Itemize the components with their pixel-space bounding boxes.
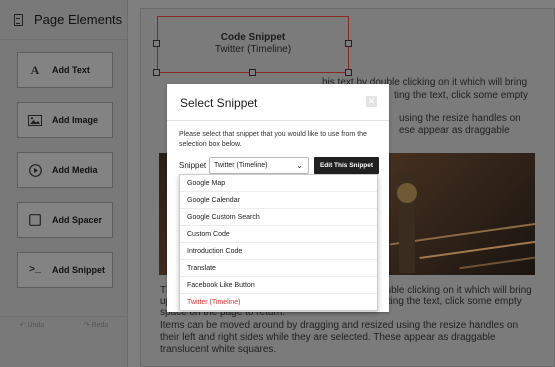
resize-handle-bottom[interactable] [249,69,256,76]
add-text-button[interactable]: A Add Text [17,52,113,88]
canvas-text-line: diting the text, click some empty [380,296,522,307]
close-icon[interactable]: ✕ [366,96,377,107]
undo-label: Undo [27,322,45,329]
chevron-down-icon: ⌄ [296,161,303,170]
page-elements-sidebar: Page Elements A Add Text Add Image Add M… [0,0,128,367]
canvas-text-line: Items can be moved around by dragging an… [160,320,519,331]
code-snippet-block[interactable]: Code Snippet Twitter (Timeline) [157,16,349,73]
snippet-block-subtitle: Twitter (Timeline) [214,44,292,55]
undo-redo-bar: ↶ Undo ↷ Redo [0,316,128,334]
add-snippet-label: Add Snippet [52,265,105,275]
canvas-text-line: translucent white squares. [160,344,277,355]
add-media-label: Add Media [52,165,98,175]
dropdown-option[interactable]: Custom Code [180,226,377,243]
add-text-label: Add Text [52,65,90,75]
add-media-button[interactable]: Add Media [17,152,113,188]
image-icon [18,114,52,126]
sidebar-header: Page Elements [0,0,127,40]
resize-handle-bottom-right[interactable] [345,69,352,76]
resize-handle-left[interactable] [153,40,160,47]
sidebar-title: Page Elements [34,12,123,27]
dropdown-option[interactable]: Introduction Code [180,243,377,260]
canvas-text-line: their left and right sides while they ar… [160,332,496,343]
canvas-text-line: ese appear as draggable [399,125,510,136]
add-image-button[interactable]: Add Image [17,102,113,138]
terminal-icon: >_ [28,264,41,276]
text-icon: A [30,62,40,77]
add-image-label: Add Image [52,115,99,125]
play-icon [18,163,52,177]
snippet-select[interactable]: Twitter (Timeline) ⌄ [209,157,309,174]
modal-title: Select Snippet [180,96,258,110]
canvas-text-line: ouble clicking on it which will bring [380,285,532,296]
dropdown-option[interactable]: Facebook Like Button [180,277,377,294]
document-icon [14,13,23,26]
square-icon [18,214,52,226]
edit-snippet-button[interactable]: Edit This Snippet [314,157,379,174]
canvas-text-line: using the resize handles on [399,113,521,124]
modal-description: Please select that snippet that you woul… [179,131,367,148]
add-snippet-button[interactable]: >_ Add Snippet [17,252,113,288]
dropdown-option[interactable]: Google Map [180,175,377,192]
resize-handle-bottom-left[interactable] [153,69,160,76]
dropdown-option[interactable]: Translate [180,260,377,277]
dropdown-option[interactable]: Google Custom Search [180,209,377,226]
snippet-select-value: Twitter (Timeline) [214,162,268,169]
redo-label: Redo [91,322,109,329]
snippet-block-title: Code Snippet [220,32,286,43]
snippet-label: Snippet [179,161,207,170]
add-spacer-button[interactable]: Add Spacer [17,202,113,238]
snippet-dropdown-list: Google Map Google Calendar Google Custom… [179,174,378,311]
undo-button[interactable]: ↶ Undo [20,321,45,334]
dropdown-option[interactable]: Google Calendar [180,192,377,209]
redo-button[interactable]: ↷ Redo [84,321,109,334]
add-spacer-label: Add Spacer [52,215,103,225]
canvas-text-line: ting the text, click some empty [394,90,528,101]
resize-handle-right[interactable] [345,40,352,47]
dropdown-option-selected[interactable]: Twitter (Timeline) [180,294,377,311]
modal-divider [167,120,389,121]
